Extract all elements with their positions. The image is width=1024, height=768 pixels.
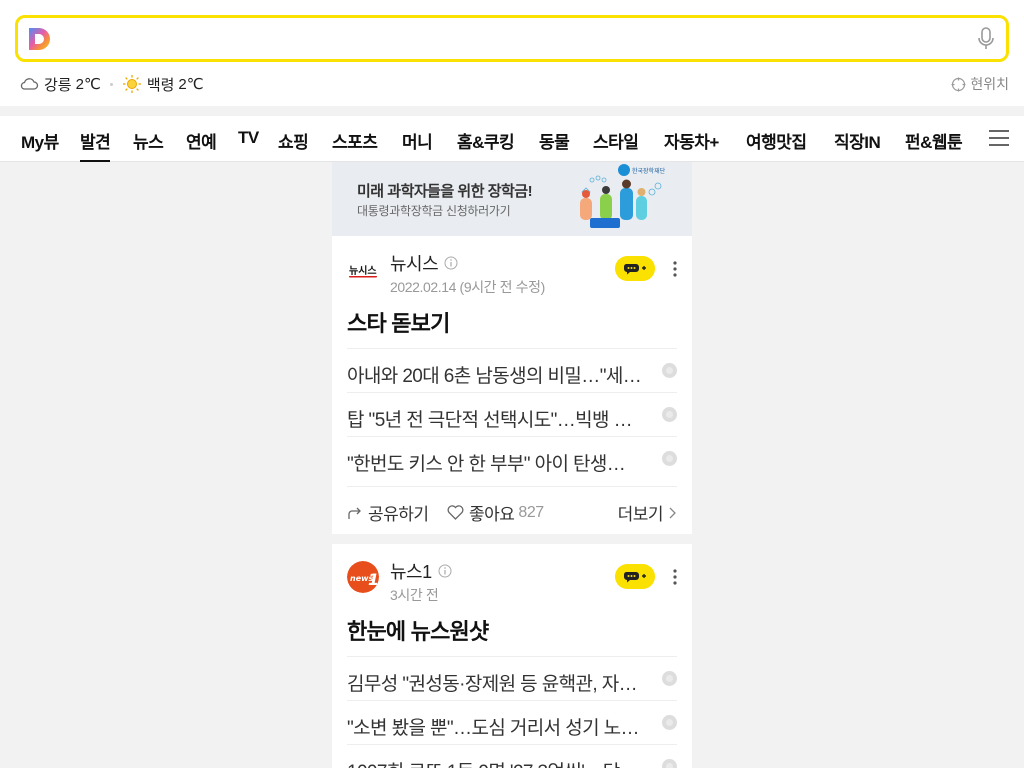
weather-bar[interactable]: 강릉 2℃ 백령 2℃ [19,72,204,96]
headline-list: 아내와 20대 6촌 남동생의 비밀…"세상에 이런… 탑 "5년 전 극단적 … [347,348,677,480]
more-options-icon[interactable] [670,568,680,586]
crosshair-icon [951,77,966,91]
news-card: 뉴시스 뉴시스 2022.02.14 (9시간 전 수정) 스타 돋보기 아내와… [332,236,692,534]
nav-tab-news[interactable]: 뉴스 [133,128,164,153]
headline-thumbnail [662,363,677,378]
publisher-name[interactable]: 뉴스1 [390,558,452,584]
subscribe-button[interactable] [615,564,655,589]
headline-text: 김무성 "권성동·장제원 등 윤핵관, 자리… [347,674,643,695]
publisher-logo[interactable]: 뉴시스 [347,253,379,285]
headline-thumbnail [662,671,677,686]
nav-tab-myview[interactable]: My뷰 [21,128,59,153]
banner-subtitle: 대통령과학장학금 신청하러가기 [357,204,511,218]
more-options-icon[interactable] [670,260,680,278]
nav-tab-animals[interactable]: 동물 [539,128,570,153]
weather-city: 백령 [146,76,175,94]
headline-text: "한번도 키스 안 한 부부" 아이 탄생… [347,454,626,475]
headline-text: 1007회 로또 1등 9명 '27.3억씩'…당첨… [347,757,643,768]
category-nav: My뷰 발견 뉴스 연예 TV 쇼핑 스포츠 머니 홈&쿠킹 동물 스타일 자동… [0,116,1024,162]
share-button[interactable]: 공유하기 [347,500,429,525]
nav-tab-money[interactable]: 머니 [402,128,433,153]
current-location-button[interactable]: 현위치 [951,74,1009,94]
more-label: 더보기 [617,505,664,524]
share-label: 공유하기 [368,505,429,524]
info-icon[interactable] [444,256,458,270]
publisher-name-text: 뉴스1 [390,562,432,582]
nav-tab-travel[interactable]: 여행맛집 [746,128,807,153]
heart-icon [447,505,464,520]
headline-thumbnail [662,759,677,768]
headline-item[interactable]: 아내와 20대 6촌 남동생의 비밀…"세상에 이런… [347,348,677,392]
daum-logo[interactable] [27,26,53,52]
nav-tab-fun-webtoon[interactable]: 펀&웹툰 [905,128,963,153]
svg-text:1: 1 [368,570,379,589]
like-label: 좋아요 [469,505,515,524]
weather-temp: 2℃ [75,76,101,93]
scientists-illustration: 한국장학재단 [572,164,672,236]
weather-city: 강릉 [44,76,72,94]
sun-icon [122,75,141,93]
more-button[interactable]: 더보기 [618,500,677,525]
headline-text: 아내와 20대 6촌 남동생의 비밀…"세상에 이런… [347,366,643,387]
nav-tab-work[interactable]: 직장IN [834,128,881,153]
headline-thumbnail [662,451,677,466]
subscribe-button[interactable] [615,256,655,281]
headline-thumbnail [662,715,677,730]
headline-item[interactable]: 1007회 로또 1등 9명 '27.3억씩'…당첨… [347,744,677,768]
svg-text:뉴시스: 뉴시스 [349,265,377,277]
nav-tab-tv[interactable]: TV [238,128,259,148]
weather-item[interactable]: 강릉 2℃ [19,74,101,95]
share-icon [348,507,361,519]
card-footer: 공유하기 좋아요 827 더보기 [347,486,677,534]
headline-item[interactable]: "소변 봤을 뿐"…도심 거리서 성기 노출… [347,700,677,744]
headline-thumbnail [662,407,677,422]
headline-item[interactable]: 김무성 "권성동·장제원 등 윤핵관, 자리… [347,656,677,700]
search-input[interactable] [66,24,926,54]
publisher-logo[interactable]: news 1 [347,561,379,593]
banner-art-caption: 한국장학재단 [632,167,666,175]
headline-text: "소변 봤을 뿐"…도심 거리서 성기 노출… [347,718,643,739]
like-button[interactable]: 좋아요 827 [447,500,544,525]
publisher-name[interactable]: 뉴시스 [390,250,458,276]
nav-tab-entertainment[interactable]: 연예 [186,128,217,153]
chevron-right-icon [669,507,676,518]
nav-tab-sports[interactable]: 스포츠 [332,128,378,153]
card-title[interactable]: 한눈에 뉴스원샷 [347,614,489,646]
weather-item[interactable]: 백령 2℃ [122,74,204,95]
separator-dot [109,82,113,86]
cloud-icon [20,78,39,90]
card-title[interactable]: 스타 돋보기 [347,306,450,338]
headline-text: 탑 "5년 전 극단적 선택시도"…빅뱅 동료들… [347,410,643,431]
nav-tab-shopping[interactable]: 쇼핑 [278,128,309,153]
banner-title: 미래 과학자들을 위한 장학금! [357,183,533,200]
menu-icon[interactable] [989,129,1009,147]
search-bar[interactable] [15,15,1009,62]
headline-item[interactable]: "한번도 키스 안 한 부부" 아이 탄생… [347,436,677,480]
nav-tab-home-cooking[interactable]: 홈&쿠킹 [457,128,515,153]
info-icon[interactable] [438,564,452,578]
location-label: 현위치 [970,76,1009,92]
like-count: 827 [518,503,544,521]
headline-list: 김무성 "권성동·장제원 등 윤핵관, 자리… "소변 봤을 뿐"…도심 거리서… [347,656,677,768]
headline-item[interactable]: 탑 "5년 전 극단적 선택시도"…빅뱅 동료들… [347,392,677,436]
nav-tab-discover[interactable]: 발견 [80,128,111,162]
nav-tab-car[interactable]: 자동차+ [664,128,719,153]
header: 강릉 2℃ 백령 2℃ 현위치 [0,0,1024,106]
nav-tab-style[interactable]: 스타일 [593,128,639,153]
publish-time: 3시간 전 [390,587,439,603]
publish-time: 2022.02.14 (9시간 전 수정) [390,279,545,295]
microphone-icon[interactable] [976,27,996,51]
news-card: news 1 뉴스1 3시간 전 한눈에 뉴스원샷 김무성 "권성동·장제원 등… [332,544,692,768]
ad-banner[interactable]: 미래 과학자들을 위한 장학금! 대통령과학장학금 신청하러가기 한국장학재단 [332,162,692,236]
publisher-name-text: 뉴시스 [390,254,439,274]
weather-temp: 2℃ [178,76,204,93]
